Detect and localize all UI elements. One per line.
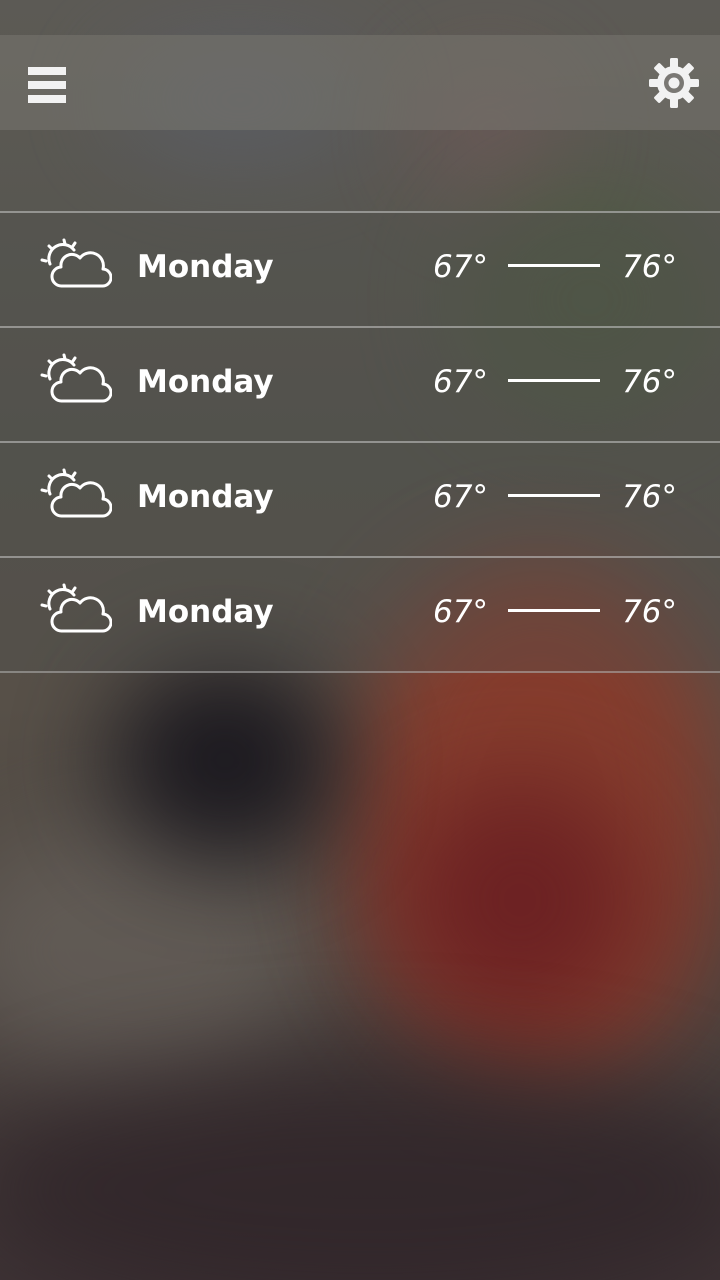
partly-cloudy-icon (40, 466, 113, 522)
low-temperature: 67° (433, 364, 488, 400)
partly-cloudy-icon (40, 236, 113, 292)
day-label: Monday (137, 479, 274, 515)
day-label: Monday (137, 594, 274, 630)
low-temperature: 67° (433, 594, 488, 630)
partly-cloudy-icon (40, 581, 113, 637)
forecast-row[interactable]: Monday 67° 76° (0, 326, 720, 441)
day-label: Monday (137, 249, 274, 285)
temperature-range-bar (508, 494, 600, 497)
high-temperature: 76° (622, 364, 677, 400)
gear-icon[interactable] (648, 57, 700, 109)
top-bar (0, 35, 720, 130)
day-label: Monday (137, 364, 274, 400)
high-temperature: 76° (622, 594, 677, 630)
forecast-row[interactable]: Monday 67° 76° (0, 211, 720, 326)
high-temperature: 76° (622, 249, 677, 285)
low-temperature: 67° (433, 249, 488, 285)
temperature-range-bar (508, 609, 600, 612)
partly-cloudy-icon (40, 351, 113, 407)
temperature-range-bar (508, 264, 600, 267)
hamburger-menu-icon[interactable] (28, 67, 66, 103)
forecast-row[interactable]: Monday 67° 76° (0, 441, 720, 556)
temperature-range-bar (508, 379, 600, 382)
high-temperature: 76° (622, 479, 677, 515)
forecast-list: Monday 67° 76° Monday 67° 76° Monday 67°… (0, 211, 720, 673)
low-temperature: 67° (433, 479, 488, 515)
forecast-row[interactable]: Monday 67° 76° (0, 556, 720, 673)
